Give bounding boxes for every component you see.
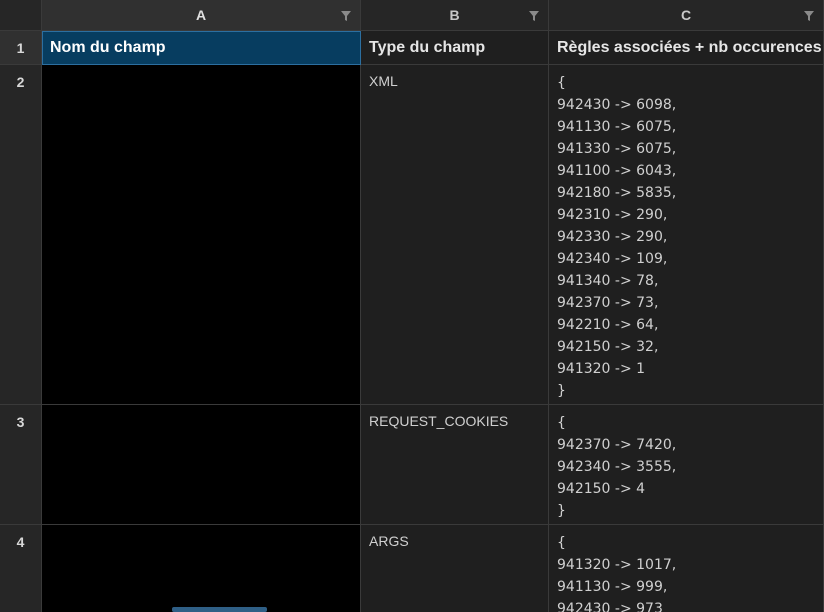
rule-line: 942430 -> 6098, [557,97,677,113]
row-number: 1 [16,40,25,56]
field-type-text: ARGS [369,533,409,549]
rule-line: 941320 -> 1017, [557,557,677,573]
rule-line: 941320 -> 1 [557,361,646,377]
rule-line: 942330 -> 290, [557,229,668,245]
spreadsheet: A B C 1 2 3 4 Nom du champ Type du champ… [0,0,824,612]
rule-line: 942150 -> 4 [557,481,646,497]
row-header-2[interactable]: 2 [0,65,42,405]
cell-c4-rules[interactable]: { 941320 -> 1017, 941130 -> 999, 942430 … [549,525,824,612]
cell-a2-redacted[interactable] [42,65,361,405]
field-type-text: REQUEST_COOKIES [369,413,509,429]
rule-line: 942430 -> 973 [557,601,663,612]
column-header-c[interactable]: C [549,0,824,31]
column-letter: B [449,7,460,23]
rule-line: 941340 -> 78, [557,273,659,289]
cell-a1-field-name-header[interactable]: Nom du champ [42,31,361,65]
rule-line: 941330 -> 6075, [557,141,677,157]
cell-b2-field-type[interactable]: XML [361,65,549,405]
cell-c2-rules[interactable]: { 942430 -> 6098, 941130 -> 6075, 941330… [549,65,824,405]
rule-line: 942340 -> 3555, [557,459,677,475]
horizontal-scrollbar[interactable] [172,607,267,612]
field-type-text: XML [369,73,398,89]
select-all-corner[interactable] [0,0,42,31]
rule-line: 942150 -> 32, [557,339,659,355]
filter-icon[interactable] [340,10,352,22]
row-number: 2 [16,74,25,90]
column-header-a[interactable]: A [42,0,361,31]
rule-line: 942210 -> 64, [557,317,659,333]
filter-icon[interactable] [803,10,815,22]
row-header-1[interactable]: 1 [0,31,42,65]
row-header-4[interactable]: 4 [0,525,42,612]
rule-line: 941130 -> 6075, [557,119,677,135]
rule-line: 941130 -> 999, [557,579,668,595]
cell-c1-rules-header[interactable]: Règles associées + nb occurences [549,31,824,65]
cell-b3-field-type[interactable]: REQUEST_COOKIES [361,405,549,525]
rule-line: 942180 -> 5835, [557,185,677,201]
rule-line: 942340 -> 109, [557,251,668,267]
row-number: 3 [16,414,25,430]
row-number: 4 [16,534,25,550]
rule-line: { [557,535,566,551]
rule-line: 941100 -> 6043, [557,163,677,179]
cell-a4-redacted[interactable] [42,525,361,612]
cell-b4-field-type[interactable]: ARGS [361,525,549,612]
rule-line: 942370 -> 7420, [557,437,677,453]
rule-line: { [557,75,566,91]
column-header-b[interactable]: B [361,0,549,31]
filter-icon[interactable] [528,10,540,22]
rule-line: } [557,503,566,519]
cell-a3-redacted[interactable] [42,405,361,525]
column-letter: C [680,7,692,23]
row-header-3[interactable]: 3 [0,405,42,525]
cell-c3-rules[interactable]: { 942370 -> 7420, 942340 -> 3555, 942150… [549,405,824,525]
rule-line: 942310 -> 290, [557,207,668,223]
rule-line: } [557,383,566,399]
column-letter: A [195,7,207,23]
rule-line: { [557,415,566,431]
cell-b1-field-type-header[interactable]: Type du champ [361,31,549,65]
rule-line: 942370 -> 73, [557,295,659,311]
